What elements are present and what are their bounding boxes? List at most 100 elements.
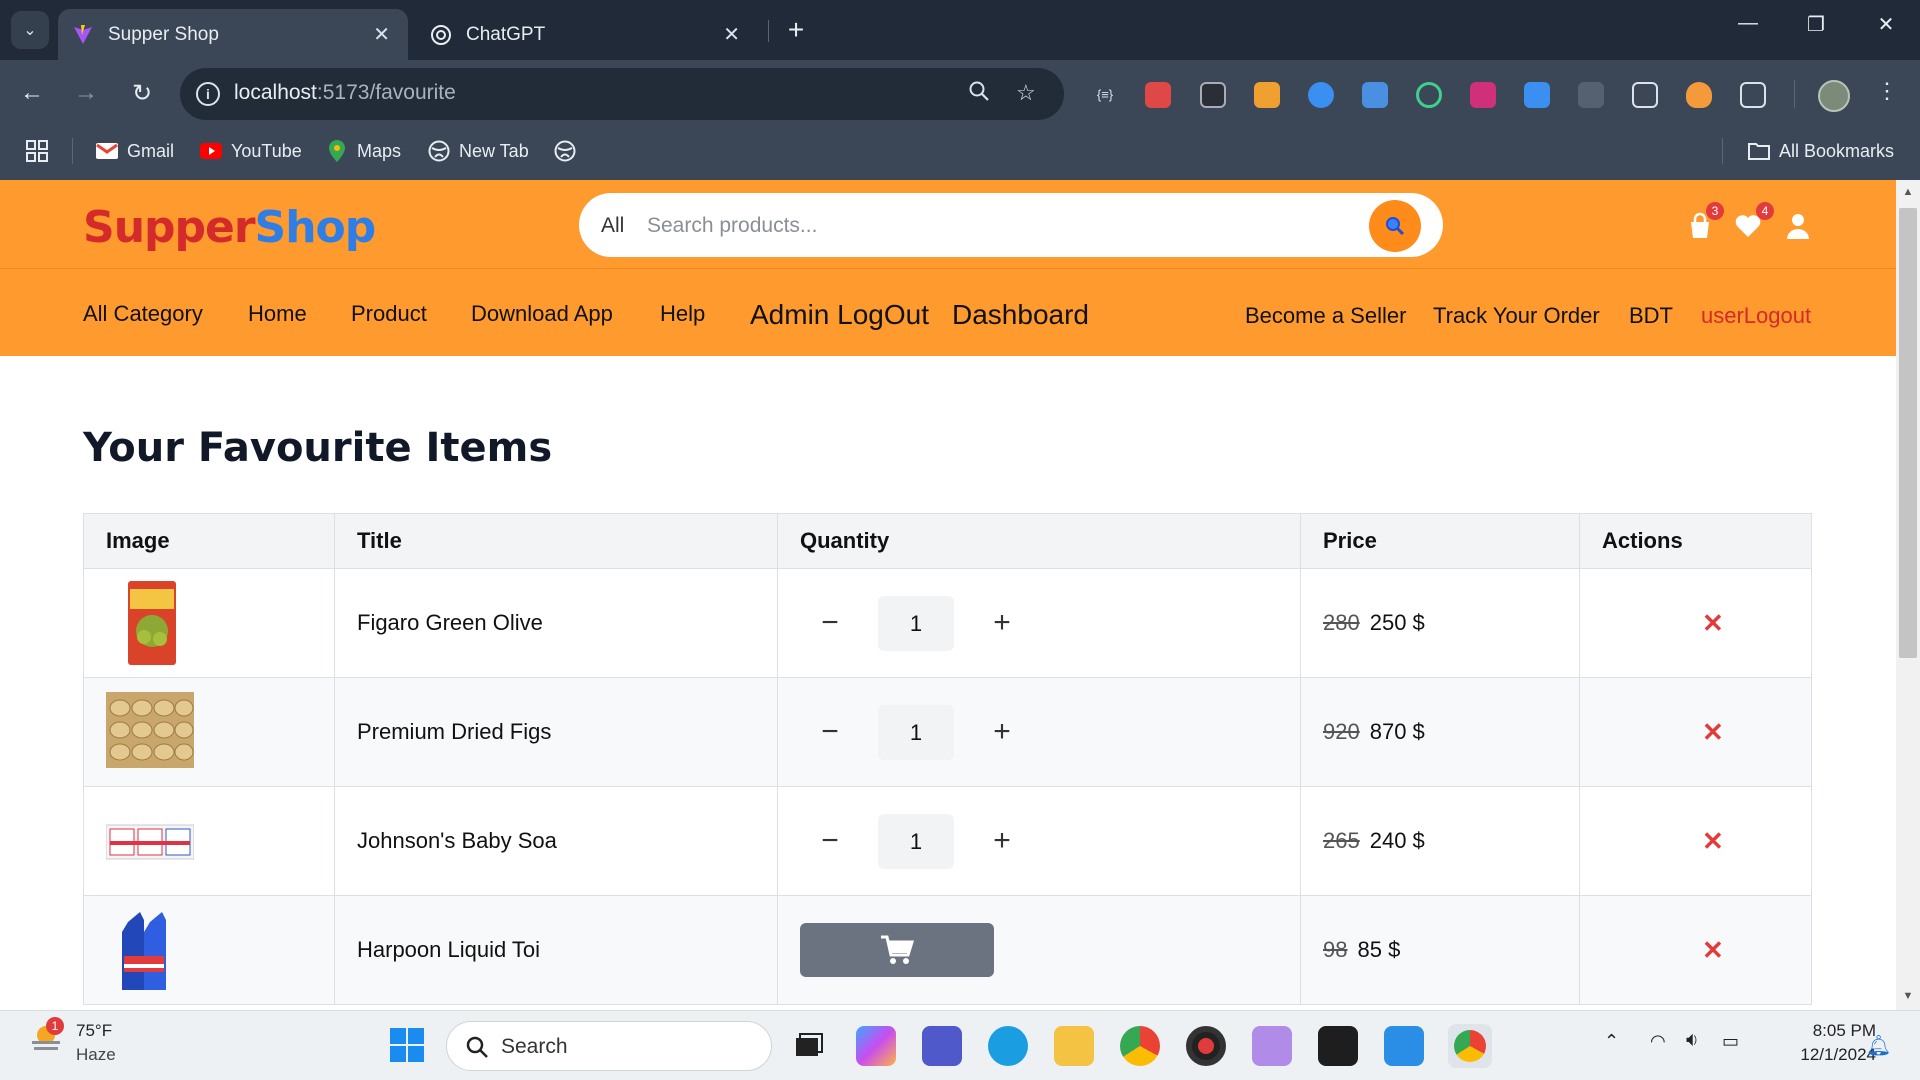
extension-blue-drop-icon[interactable]: [1308, 82, 1334, 108]
extension-recycle-icon[interactable]: [1578, 82, 1604, 108]
file-explorer-icon[interactable]: [1054, 1026, 1094, 1066]
scrollbar-thumb[interactable]: [1899, 208, 1917, 658]
extension-orange-icon[interactable]: [1686, 82, 1712, 108]
search-category-select[interactable]: All: [601, 214, 624, 238]
close-icon[interactable]: ✕: [723, 22, 740, 47]
copilot-icon[interactable]: [856, 1026, 896, 1066]
bookmark-maps[interactable]: Maps: [326, 140, 401, 162]
remove-item-button[interactable]: ✕: [1602, 935, 1724, 965]
clock-date[interactable]: 12/1/2024: [1770, 1045, 1876, 1065]
nav-admin-logout[interactable]: Admin LogOut: [750, 299, 929, 331]
reload-button[interactable]: ↻: [126, 79, 158, 108]
extension-pink-icon[interactable]: [1470, 82, 1496, 108]
tab-supper-shop[interactable]: Supper Shop ✕: [58, 9, 408, 60]
teams-icon[interactable]: [922, 1026, 962, 1066]
pen-app-icon[interactable]: [1252, 1026, 1292, 1066]
increase-quantity-button[interactable]: +: [972, 715, 1032, 749]
json-extension-icon[interactable]: {≡}: [1092, 82, 1118, 108]
nav-user-logout[interactable]: userLogout: [1701, 303, 1811, 329]
user-account-icon[interactable]: [1784, 212, 1814, 242]
clock-time[interactable]: 8:05 PM: [1770, 1021, 1876, 1041]
current-price: 250 $: [1369, 610, 1425, 635]
notification-bell-icon[interactable]: 🔔︎: [1866, 1033, 1891, 1058]
recorder-icon[interactable]: [1186, 1026, 1226, 1066]
search-button[interactable]: [1369, 200, 1421, 252]
new-tab-button[interactable]: +: [782, 14, 810, 46]
apps-grid-icon[interactable]: [26, 140, 48, 162]
bookmark-youtube[interactable]: YouTube: [200, 140, 302, 162]
zoom-icon[interactable]: [968, 80, 990, 108]
decrease-quantity-button[interactable]: −: [800, 715, 860, 749]
more-menu-icon[interactable]: ⋮: [1876, 78, 1898, 104]
close-icon[interactable]: ✕: [373, 22, 390, 47]
chrome-active-icon[interactable]: [1448, 1024, 1492, 1068]
tab-search-button[interactable]: ⌄: [11, 11, 49, 49]
remove-item-button[interactable]: ✕: [1602, 608, 1724, 638]
weather-widget[interactable]: 1: [28, 1017, 64, 1062]
scroll-down-arrow[interactable]: ▼: [1900, 990, 1916, 1002]
address-bar[interactable]: i localhost:5173/favourite ☆: [180, 68, 1064, 120]
eyedropper-extension-icon[interactable]: [1200, 82, 1226, 108]
nav-help[interactable]: Help: [660, 301, 705, 327]
back-button[interactable]: ←: [16, 79, 48, 107]
quantity-stepper: − 1 +: [800, 813, 1300, 869]
bookmark-star-icon[interactable]: ☆: [1016, 80, 1036, 106]
task-view-icon[interactable]: [788, 1026, 828, 1066]
url-text[interactable]: localhost:5173/favourite: [234, 81, 456, 105]
edge-icon[interactable]: [988, 1026, 1028, 1066]
product-title: Harpoon Liquid Toi: [334, 895, 778, 1005]
increase-quantity-button[interactable]: +: [972, 606, 1032, 640]
add-to-cart-button[interactable]: [800, 923, 994, 977]
profile-avatar[interactable]: [1818, 80, 1850, 112]
extensions-puzzle-icon[interactable]: [1740, 82, 1766, 108]
quantity-value[interactable]: 1: [878, 595, 954, 651]
site-info-icon[interactable]: i: [196, 82, 220, 106]
nav-become-seller[interactable]: Become a Seller: [1245, 303, 1406, 329]
quantity-value[interactable]: 1: [878, 704, 954, 760]
search-input[interactable]: Search products...: [647, 214, 817, 238]
increase-quantity-button[interactable]: +: [972, 824, 1032, 858]
bookmark-globe[interactable]: [554, 140, 585, 162]
cart-icon[interactable]: 3: [1686, 202, 1724, 242]
decrease-quantity-button[interactable]: −: [800, 824, 860, 858]
nav-product[interactable]: Product: [351, 301, 427, 327]
product-image-cell: [83, 895, 335, 1005]
terminal-icon[interactable]: [1318, 1026, 1358, 1066]
extension-screenshot-icon[interactable]: [1632, 82, 1658, 108]
bookmark-new-tab[interactable]: New Tab: [428, 140, 529, 162]
restore-button[interactable]: ❐: [1796, 12, 1836, 37]
battery-icon[interactable]: ▭: [1722, 1031, 1739, 1052]
nav-home[interactable]: Home: [248, 301, 307, 327]
taskbar-search-box[interactable]: Search: [446, 1021, 772, 1071]
nav-all-category[interactable]: All Category: [83, 301, 203, 327]
volume-icon[interactable]: 🔉︎: [1686, 1029, 1699, 1052]
search-icon: [1386, 217, 1405, 236]
remove-item-button[interactable]: ✕: [1602, 717, 1724, 747]
chevron-up-icon[interactable]: ⌃: [1604, 1031, 1619, 1052]
wifi-icon[interactable]: ◠: [1650, 1031, 1666, 1052]
tab-chatgpt[interactable]: ChatGPT ✕: [418, 9, 758, 60]
decrease-quantity-button[interactable]: −: [800, 606, 860, 640]
quantity-value[interactable]: 1: [878, 813, 954, 869]
nav-download-app[interactable]: Download App: [471, 301, 613, 327]
window-close-button[interactable]: ✕: [1866, 12, 1906, 37]
extension-doc-icon[interactable]: [1362, 82, 1388, 108]
nav-currency[interactable]: BDT: [1629, 303, 1673, 329]
vscode-icon[interactable]: [1384, 1026, 1424, 1066]
nav-track-order[interactable]: Track Your Order: [1433, 303, 1600, 329]
pen-extension-icon[interactable]: [1254, 82, 1280, 108]
wishlist-heart-icon[interactable]: 4: [1734, 202, 1774, 242]
site-logo[interactable]: SupperShop: [83, 202, 376, 253]
all-bookmarks[interactable]: All Bookmarks: [1748, 140, 1894, 162]
chrome-icon[interactable]: [1120, 1026, 1160, 1066]
extension-red-icon[interactable]: [1145, 82, 1171, 108]
scroll-up-arrow[interactable]: ▲: [1900, 186, 1916, 198]
extension-target-icon[interactable]: [1416, 82, 1442, 108]
minimize-button[interactable]: —: [1728, 12, 1768, 35]
windows-start-icon[interactable]: [388, 1026, 428, 1066]
remove-item-button[interactable]: ✕: [1602, 826, 1724, 856]
nav-dashboard[interactable]: Dashboard: [952, 299, 1089, 331]
forward-button[interactable]: →: [70, 79, 102, 107]
download-extension-icon[interactable]: [1524, 82, 1550, 108]
bookmark-gmail[interactable]: Gmail: [96, 140, 174, 162]
